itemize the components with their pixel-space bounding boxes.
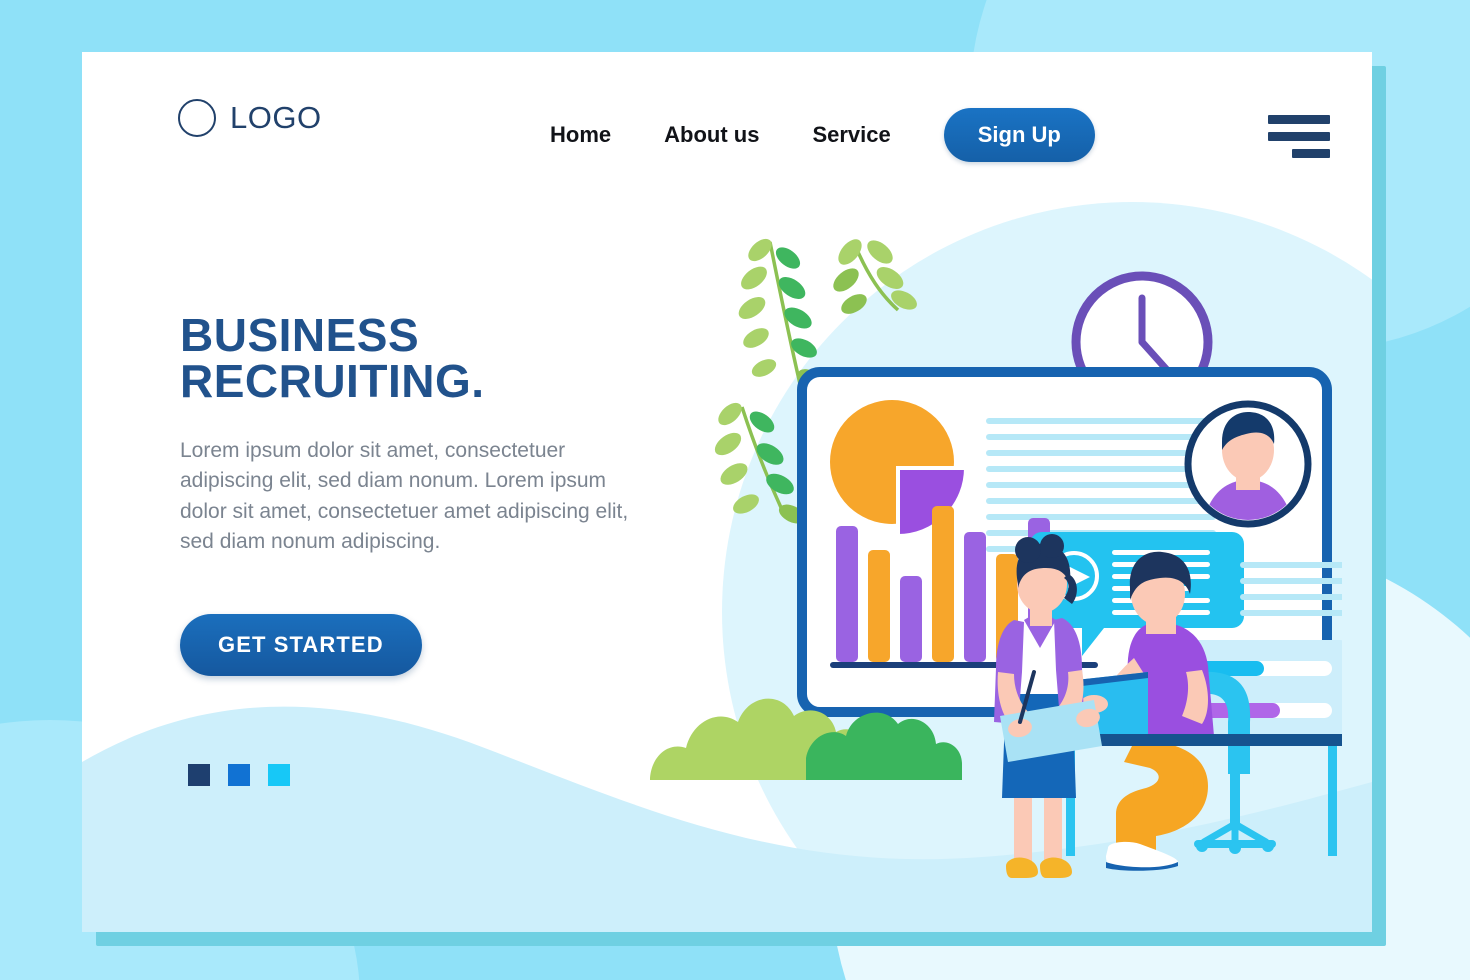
carousel-indicators: [188, 764, 290, 786]
hamburger-bar-1: [1268, 115, 1330, 124]
page-title-line-2: RECRUITING: [180, 355, 472, 407]
sign-up-button[interactable]: Sign Up: [943, 108, 1095, 162]
hero-paragraph: Lorem ipsum dolor sit amet, consectetuer…: [180, 439, 629, 554]
logo-text: LOGO: [230, 100, 322, 135]
page-title: BUSINESS RECRUITING.: [180, 312, 700, 404]
site-header: LOGO Home About us Service Sign Up: [82, 52, 1372, 212]
carousel-dot-1[interactable]: [188, 764, 210, 786]
get-started-button[interactable]: GET STARTED: [180, 613, 422, 676]
logo[interactable]: LOGO: [178, 99, 322, 137]
landing-page-card: LOGO Home About us Service Sign Up BUSIN…: [82, 52, 1372, 932]
nav-item-service[interactable]: Service: [812, 114, 890, 156]
hamburger-bar-2: [1268, 132, 1330, 141]
carousel-dot-2[interactable]: [228, 764, 250, 786]
hamburger-menu-icon[interactable]: [1268, 115, 1330, 161]
board-text-lines-block-1: [986, 418, 1216, 552]
carousel-dot-3[interactable]: [268, 764, 290, 786]
nav-item-home[interactable]: Home: [550, 114, 611, 156]
page-root: LOGO Home About us Service Sign Up BUSIN…: [0, 0, 1470, 980]
circle-outline-icon: [178, 99, 216, 137]
page-title-dot: .: [471, 355, 485, 407]
hamburger-bar-3: [1292, 149, 1330, 158]
hero-section: BUSINESS RECRUITING. Lorem ipsum dolor s…: [180, 312, 700, 676]
page-title-line-1: BUSINESS: [180, 309, 420, 361]
main-navigation: Home About us Service Sign Up: [550, 108, 1095, 162]
nav-item-about-us[interactable]: About us: [664, 114, 759, 156]
business-recruiting-dashboard-illustration: [642, 202, 1342, 922]
